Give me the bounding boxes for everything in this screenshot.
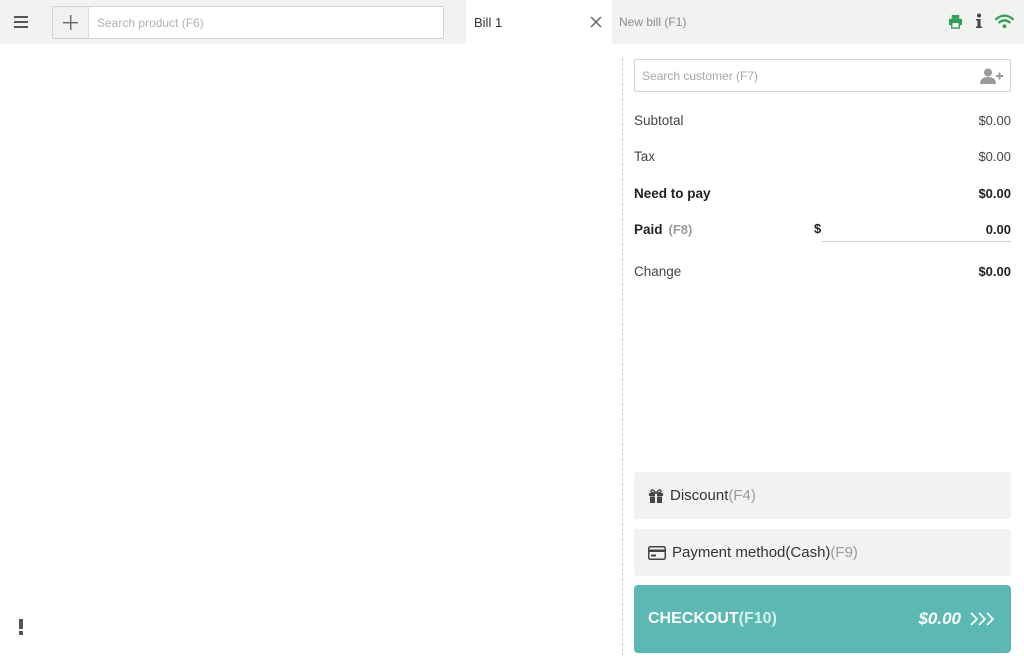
chevrons-right-icon bbox=[969, 611, 997, 627]
tax-label: Tax bbox=[634, 148, 656, 164]
add-product-button[interactable] bbox=[53, 7, 89, 38]
discount-shortcut: (F4) bbox=[728, 487, 756, 504]
paid-label-text: Paid bbox=[634, 222, 663, 237]
checkout-button[interactable]: CHECKOUT (F10) $0.00 bbox=[634, 585, 1011, 653]
add-user-icon bbox=[980, 68, 1003, 84]
add-customer-button[interactable] bbox=[974, 60, 1010, 91]
customer-search-input[interactable] bbox=[635, 68, 974, 83]
payment-method-shortcut: (F9) bbox=[830, 544, 858, 561]
printer-icon bbox=[948, 14, 963, 29]
payment-method-label: Payment method(Cash) bbox=[672, 544, 831, 561]
paid-amount-input[interactable] bbox=[822, 217, 1011, 242]
tab-label: Bill 1 bbox=[474, 14, 503, 30]
subtotal-value: $0.00 bbox=[978, 112, 1011, 128]
info-icon bbox=[976, 13, 982, 28]
menu-button[interactable] bbox=[6, 8, 36, 36]
tax-row: Tax $0.00 bbox=[634, 146, 1011, 166]
connection-status[interactable] bbox=[995, 14, 1014, 29]
need-to-pay-value: $0.00 bbox=[978, 185, 1011, 201]
paid-shortcut: (F8) bbox=[668, 222, 693, 237]
credit-card-icon bbox=[648, 545, 666, 560]
change-label: Change bbox=[634, 263, 682, 279]
toolbar-icons bbox=[948, 13, 1014, 29]
plus-icon bbox=[63, 15, 78, 30]
change-value: $0.00 bbox=[978, 263, 1011, 279]
panel-divider bbox=[622, 58, 623, 656]
tax-value: $0.00 bbox=[978, 148, 1011, 164]
checkout-label: CHECKOUT bbox=[648, 610, 739, 627]
checkout-amount: $0.00 bbox=[918, 609, 961, 628]
close-tab-button[interactable] bbox=[588, 14, 604, 30]
change-row: Change $0.00 bbox=[634, 261, 1011, 281]
gift-icon bbox=[648, 488, 664, 503]
alert-button[interactable] bbox=[16, 619, 26, 639]
paid-currency: $ bbox=[814, 221, 822, 236]
product-list-area bbox=[0, 44, 622, 656]
top-bar: Bill 1 New bill (F1) bbox=[0, 0, 1024, 44]
print-button[interactable] bbox=[948, 14, 963, 29]
info-button[interactable] bbox=[975, 13, 983, 29]
subtotal-label: Subtotal bbox=[634, 112, 684, 128]
product-search-input[interactable] bbox=[89, 7, 443, 38]
wifi-icon bbox=[995, 14, 1014, 28]
exclamation-icon bbox=[19, 619, 23, 635]
tab-bill-1[interactable]: Bill 1 bbox=[466, 0, 612, 44]
need-to-pay-label: Need to pay bbox=[634, 185, 711, 201]
checkout-shortcut: (F10) bbox=[738, 610, 777, 627]
close-icon bbox=[590, 16, 602, 28]
customer-search-box bbox=[634, 59, 1011, 92]
tab-new-bill[interactable]: New bill (F1) bbox=[619, 15, 686, 29]
menu-icon bbox=[14, 16, 28, 28]
payment-method-button[interactable]: Payment method(Cash) (F9) bbox=[634, 529, 1011, 576]
subtotal-row: Subtotal $0.00 bbox=[634, 110, 1011, 130]
discount-label: Discount bbox=[670, 487, 729, 504]
paid-label: Paid (F8) bbox=[634, 222, 692, 237]
discount-button[interactable]: Discount (F4) bbox=[634, 472, 1011, 519]
product-search-box bbox=[52, 6, 444, 39]
need-to-pay-row: Need to pay $0.00 bbox=[634, 183, 1011, 203]
